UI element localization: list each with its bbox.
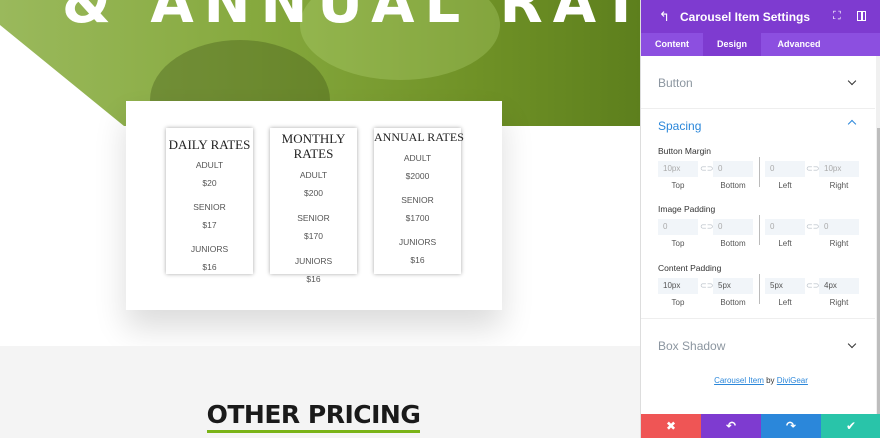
rate-label: SENIOR <box>297 213 330 223</box>
sublabel-top: Top <box>671 298 685 307</box>
back-arrow-icon[interactable]: ↰ <box>659 10 673 24</box>
rate-label: ADULT <box>299 170 328 180</box>
panel-footer: ✖ ↶ ↷ ✔ <box>641 414 880 438</box>
tab-content[interactable]: Content <box>641 33 703 56</box>
sublabel-left: Left <box>778 298 792 307</box>
toggle-label: Box Shadow <box>658 339 726 353</box>
spacing-section-label[interactable]: Spacing <box>658 119 701 133</box>
module-link[interactable]: Carousel Item <box>714 376 764 385</box>
toggle-box-shadow[interactable]: Box Shadow <box>641 318 875 370</box>
other-pricing-title: OTHER PRICING <box>0 400 627 433</box>
rate-column-monthly[interactable]: MONTHLY RATES ADULT $200 SENIOR $170 JUN… <box>270 128 357 284</box>
link-icon[interactable]: ⊂⊃ <box>806 219 819 235</box>
rate-value: $16 <box>410 255 425 265</box>
tab-advanced[interactable]: Advanced <box>761 33 837 56</box>
rate-value: $20 <box>202 178 217 188</box>
author-link[interactable]: DiviGear <box>777 376 808 385</box>
content-padding-top-input[interactable]: 10px <box>658 278 698 294</box>
toggle-button[interactable]: Button <box>641 57 875 109</box>
sublabel-top: Top <box>671 181 685 190</box>
link-icon[interactable]: ⊂⊃ <box>806 278 819 294</box>
chevron-down-icon <box>847 339 857 349</box>
rate-label: SENIOR <box>401 195 434 205</box>
rate-column-annual[interactable]: ANNUAL RATES ADULT $2000 SENIOR $1700 JU… <box>374 128 464 274</box>
chevron-down-icon <box>847 76 857 86</box>
page-preview: & ANNUAL RATES DAILY RATES ADULT $20 SEN… <box>0 0 640 438</box>
image-padding-label: Image Padding <box>658 204 716 214</box>
button-margin-left-input[interactable]: 0 <box>765 161 805 177</box>
content-padding-label: Content Padding <box>658 263 722 273</box>
rate-value: $17 <box>202 220 217 230</box>
rate-label: SENIOR <box>193 202 226 212</box>
image-padding-bottom-input[interactable]: 0 <box>713 219 753 235</box>
toggle-label: Button <box>658 76 693 90</box>
rate-label: JUNIORS <box>294 256 333 266</box>
image-padding-top-input[interactable]: 0 <box>658 219 698 235</box>
sublabel-bottom: Bottom <box>720 298 746 307</box>
redo-button[interactable]: ↷ <box>761 414 821 438</box>
button-margin-top-input[interactable]: 10px <box>658 161 698 177</box>
rate-value: $1700 <box>405 213 430 223</box>
rate-value: $16 <box>202 262 217 272</box>
sublabel-right: Right <box>829 181 849 190</box>
credit-by: by <box>766 376 775 385</box>
button-margin-bottom-input[interactable]: 0 <box>713 161 753 177</box>
chevron-up-icon <box>847 119 857 129</box>
hero-diagonal-cut <box>0 25 124 126</box>
settings-panel: ↰ Carousel Item Settings ⛶ Content Desig… <box>640 0 880 438</box>
tab-design[interactable]: Design <box>703 33 761 56</box>
split-view-icon[interactable] <box>857 11 866 21</box>
link-icon[interactable]: ⊂⊃ <box>806 161 819 177</box>
rate-label: JUNIORS <box>190 244 229 254</box>
image-padding-left-input[interactable]: 0 <box>765 219 805 235</box>
rate-value: $200 <box>304 188 323 198</box>
sublabel-bottom: Bottom <box>720 181 746 190</box>
sublabel-bottom: Bottom <box>720 239 746 248</box>
sublabel-right: Right <box>829 298 849 307</box>
rates-card: DAILY RATES ADULT $20 SENIOR $17 JUNIORS… <box>126 101 502 310</box>
rate-label: JUNIORS <box>398 237 437 247</box>
hero-title: & ANNUAL RATES <box>62 0 640 36</box>
module-credit: Carousel Item by DiviGear <box>641 376 880 385</box>
sublabel-right: Right <box>829 239 849 248</box>
content-padding-bottom-input[interactable]: 5px <box>713 278 753 294</box>
rate-label: ADULT <box>403 153 432 163</box>
rate-column-title: MONTHLY RATES <box>281 131 346 161</box>
button-margin-label: Button Margin <box>658 146 711 156</box>
sublabel-left: Left <box>778 181 792 190</box>
other-pricing-section: OTHER PRICING <box>0 346 640 438</box>
sublabel-top: Top <box>671 239 685 248</box>
expand-icon[interactable]: ⛶ <box>833 10 845 22</box>
rate-column-title: ANNUAL RATES <box>374 130 464 144</box>
undo-button[interactable]: ↶ <box>701 414 761 438</box>
rate-value: $2000 <box>405 171 430 181</box>
panel-header: ↰ Carousel Item Settings ⛶ <box>641 0 880 33</box>
rate-value: $16 <box>306 274 321 284</box>
cancel-button[interactable]: ✖ <box>641 414 701 438</box>
rate-column-daily[interactable]: DAILY RATES ADULT $20 SENIOR $17 JUNIORS… <box>166 128 253 274</box>
rate-label: ADULT <box>195 160 224 170</box>
content-padding-left-input[interactable]: 5px <box>765 278 805 294</box>
link-icon[interactable]: ⊂⊃ <box>700 161 713 177</box>
image-padding-right-input[interactable]: 0 <box>819 219 859 235</box>
link-icon[interactable]: ⊂⊃ <box>700 278 713 294</box>
rate-column-title: DAILY RATES <box>168 137 251 152</box>
button-margin-right-input[interactable]: 10px <box>819 161 859 177</box>
other-pricing-title-text: OTHER PRICING <box>206 400 421 433</box>
rate-value: $170 <box>304 231 323 241</box>
panel-title: Carousel Item Settings <box>680 10 811 24</box>
link-icon[interactable]: ⊂⊃ <box>700 219 713 235</box>
panel-tabs: Content Design Advanced <box>641 33 880 56</box>
sublabel-left: Left <box>778 239 792 248</box>
save-button[interactable]: ✔ <box>821 414 880 438</box>
content-padding-right-input[interactable]: 4px <box>819 278 859 294</box>
